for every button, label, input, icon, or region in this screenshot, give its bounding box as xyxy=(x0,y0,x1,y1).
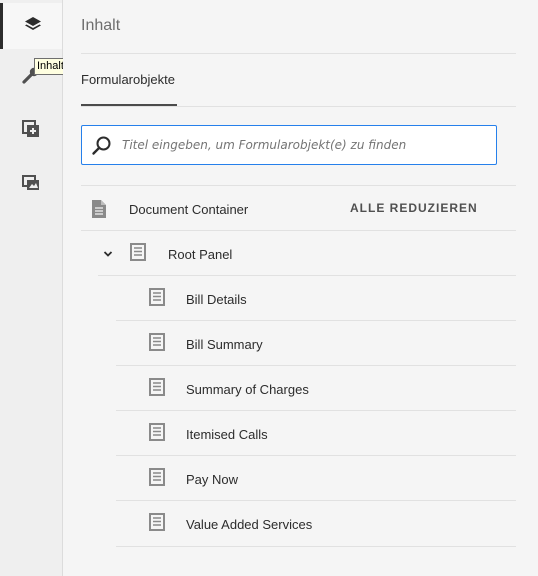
tree-item-row[interactable]: Bill Summary xyxy=(149,332,263,356)
fragments-rail-button[interactable] xyxy=(0,108,62,154)
add-fragment-icon xyxy=(21,119,41,144)
chevron-down-icon[interactable] xyxy=(103,245,113,263)
layers-icon xyxy=(23,14,43,39)
tree-item-label: Bill Details xyxy=(186,291,247,307)
divider xyxy=(116,546,516,547)
search-input[interactable] xyxy=(122,126,482,164)
divider xyxy=(116,500,516,501)
content-panel: Inhalt Formularobjekte Document Containe… xyxy=(63,0,538,576)
panel-icon xyxy=(149,332,167,356)
tooltip: Inhalt xyxy=(34,58,67,75)
search-icon[interactable] xyxy=(91,135,113,162)
tree-item-row[interactable]: Summary of Charges xyxy=(149,377,309,401)
assets-rail-button[interactable] xyxy=(0,162,62,208)
panel-title: Inhalt xyxy=(81,17,121,34)
divider xyxy=(116,410,516,411)
divider xyxy=(81,230,516,231)
left-rail: Inhalt xyxy=(0,0,67,576)
tree-item-row[interactable]: Itemised Calls xyxy=(149,422,268,446)
tree-item-row[interactable]: Value Added Services xyxy=(149,512,313,536)
tree-root-row[interactable]: Document Container xyxy=(91,198,248,220)
divider xyxy=(81,185,516,186)
panel-icon xyxy=(149,512,167,536)
tree-item-label: Pay Now xyxy=(186,471,239,487)
panel-icon xyxy=(149,467,167,491)
collapse-all-button[interactable]: ALLE REDUZIEREN xyxy=(350,201,478,215)
tree-panel-label: Root Panel xyxy=(168,246,233,262)
tree-item-label: Itemised Calls xyxy=(186,426,268,442)
media-icon xyxy=(21,173,41,198)
tree-item-label: Value Added Services xyxy=(186,516,313,532)
panel-icon xyxy=(149,377,167,401)
tree-item-row[interactable]: Bill Details xyxy=(149,287,247,311)
divider xyxy=(116,365,516,366)
panel-icon xyxy=(130,242,148,266)
tree-root-label: Document Container xyxy=(129,201,249,217)
divider xyxy=(81,106,516,107)
divider xyxy=(116,320,516,321)
tree-item-row[interactable]: Pay Now xyxy=(149,467,239,491)
divider xyxy=(116,455,516,456)
tree-item-label: Bill Summary xyxy=(186,336,263,352)
tree-item-label: Summary of Charges xyxy=(186,381,309,397)
tree-panel-row[interactable]: Root Panel xyxy=(103,242,233,266)
divider xyxy=(98,275,516,276)
search-box[interactable] xyxy=(81,125,497,165)
content-rail-button[interactable] xyxy=(0,3,62,49)
tab-form-objects[interactable]: Formularobjekte xyxy=(81,72,175,87)
panel-icon xyxy=(149,287,167,311)
document-icon xyxy=(91,199,109,219)
panel-icon xyxy=(149,422,167,446)
divider xyxy=(81,53,516,54)
